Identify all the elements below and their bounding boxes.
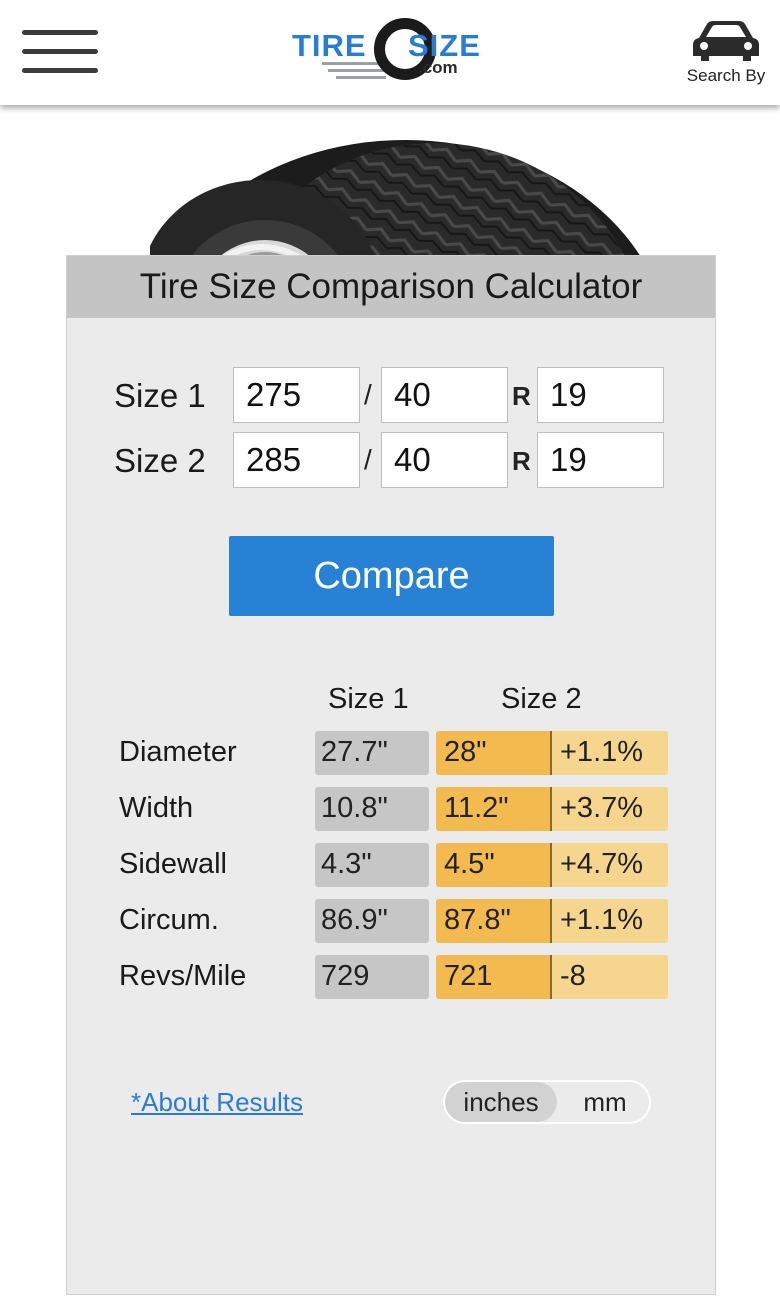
size1-slash: /: [364, 379, 372, 410]
result-diff-value: +1.1%: [552, 899, 668, 943]
size2-slash: /: [364, 444, 372, 475]
units-toggle: inches mm: [443, 1080, 651, 1124]
result-row-sidewall: Sidewall 4.3" 4.5" +4.7%: [67, 843, 717, 887]
units-inches-option[interactable]: inches: [445, 1082, 557, 1122]
size1-label: Size 1: [114, 377, 206, 414]
result-row-width: Width 10.8" 11.2" +3.7%: [67, 787, 717, 831]
units-mm-option[interactable]: mm: [561, 1082, 649, 1122]
result-size2-value: 721: [436, 955, 552, 999]
result-name: Diameter: [119, 736, 237, 768]
result-diff-value: +3.7%: [552, 787, 668, 831]
tiresize-logo[interactable]: TIRE SIZE .com: [292, 16, 492, 86]
result-size2-value: 11.2": [436, 787, 552, 831]
result-size1-value: 27.7": [315, 731, 429, 775]
size2-width-input[interactable]: [233, 432, 360, 488]
search-by-button[interactable]: Search By: [680, 18, 772, 92]
page: TIRE SIZE .com Search By Tire Size Compa…: [0, 0, 780, 1300]
calculator-title: Tire Size Comparison Calculator: [67, 256, 715, 318]
hero-tire-image: [150, 140, 640, 270]
result-row-diameter: Diameter 27.7" 28" +1.1%: [67, 731, 717, 775]
result-name: Sidewall: [119, 848, 227, 880]
size2-row: Size 2 / R: [67, 432, 717, 488]
result-diff-value: +1.1%: [552, 731, 668, 775]
about-results-link[interactable]: *About Results: [131, 1087, 303, 1118]
result-size2-value: 28": [436, 731, 552, 775]
result-size1-value: 4.3": [315, 843, 429, 887]
compare-button[interactable]: Compare: [229, 536, 554, 616]
logo-text-com: .com: [418, 58, 458, 77]
comparison-calculator-panel: Tire Size Comparison Calculator Size 1 /…: [66, 255, 716, 1295]
result-row-revs-per-mile: Revs/Mile 729 721 -8: [67, 955, 717, 999]
result-size1-value: 86.9": [315, 899, 429, 943]
result-size1-value: 729: [315, 955, 429, 999]
size1-rim-input[interactable]: [537, 367, 664, 423]
size1-row: Size 1 / R: [67, 367, 717, 423]
size2-aspect-input[interactable]: [381, 432, 508, 488]
size2-r-separator: R: [512, 446, 531, 476]
size1-aspect-input[interactable]: [381, 367, 508, 423]
results-col-size1: Size 1: [328, 683, 409, 715]
result-name: Revs/Mile: [119, 960, 247, 992]
size1-width-input[interactable]: [233, 367, 360, 423]
result-size1-value: 10.8": [315, 787, 429, 831]
top-header: TIRE SIZE .com Search By: [0, 0, 780, 105]
hamburger-menu-icon[interactable]: [22, 28, 98, 76]
size2-rim-input[interactable]: [537, 432, 664, 488]
result-name: Width: [119, 792, 194, 824]
results-col-size2: Size 2: [501, 683, 582, 715]
size1-r-separator: R: [512, 381, 531, 411]
size2-label: Size 2: [114, 442, 206, 479]
result-diff-value: -8: [552, 955, 668, 999]
car-icon: [693, 21, 759, 61]
result-name: Circum.: [119, 904, 219, 936]
search-by-label: Search By: [686, 66, 766, 85]
result-size2-value: 87.8": [436, 899, 552, 943]
result-size2-value: 4.5": [436, 843, 552, 887]
result-diff-value: +4.7%: [552, 843, 668, 887]
logo-text-tire: TIRE: [292, 28, 367, 63]
result-row-circumference: Circum. 86.9" 87.8" +1.1%: [67, 899, 717, 943]
